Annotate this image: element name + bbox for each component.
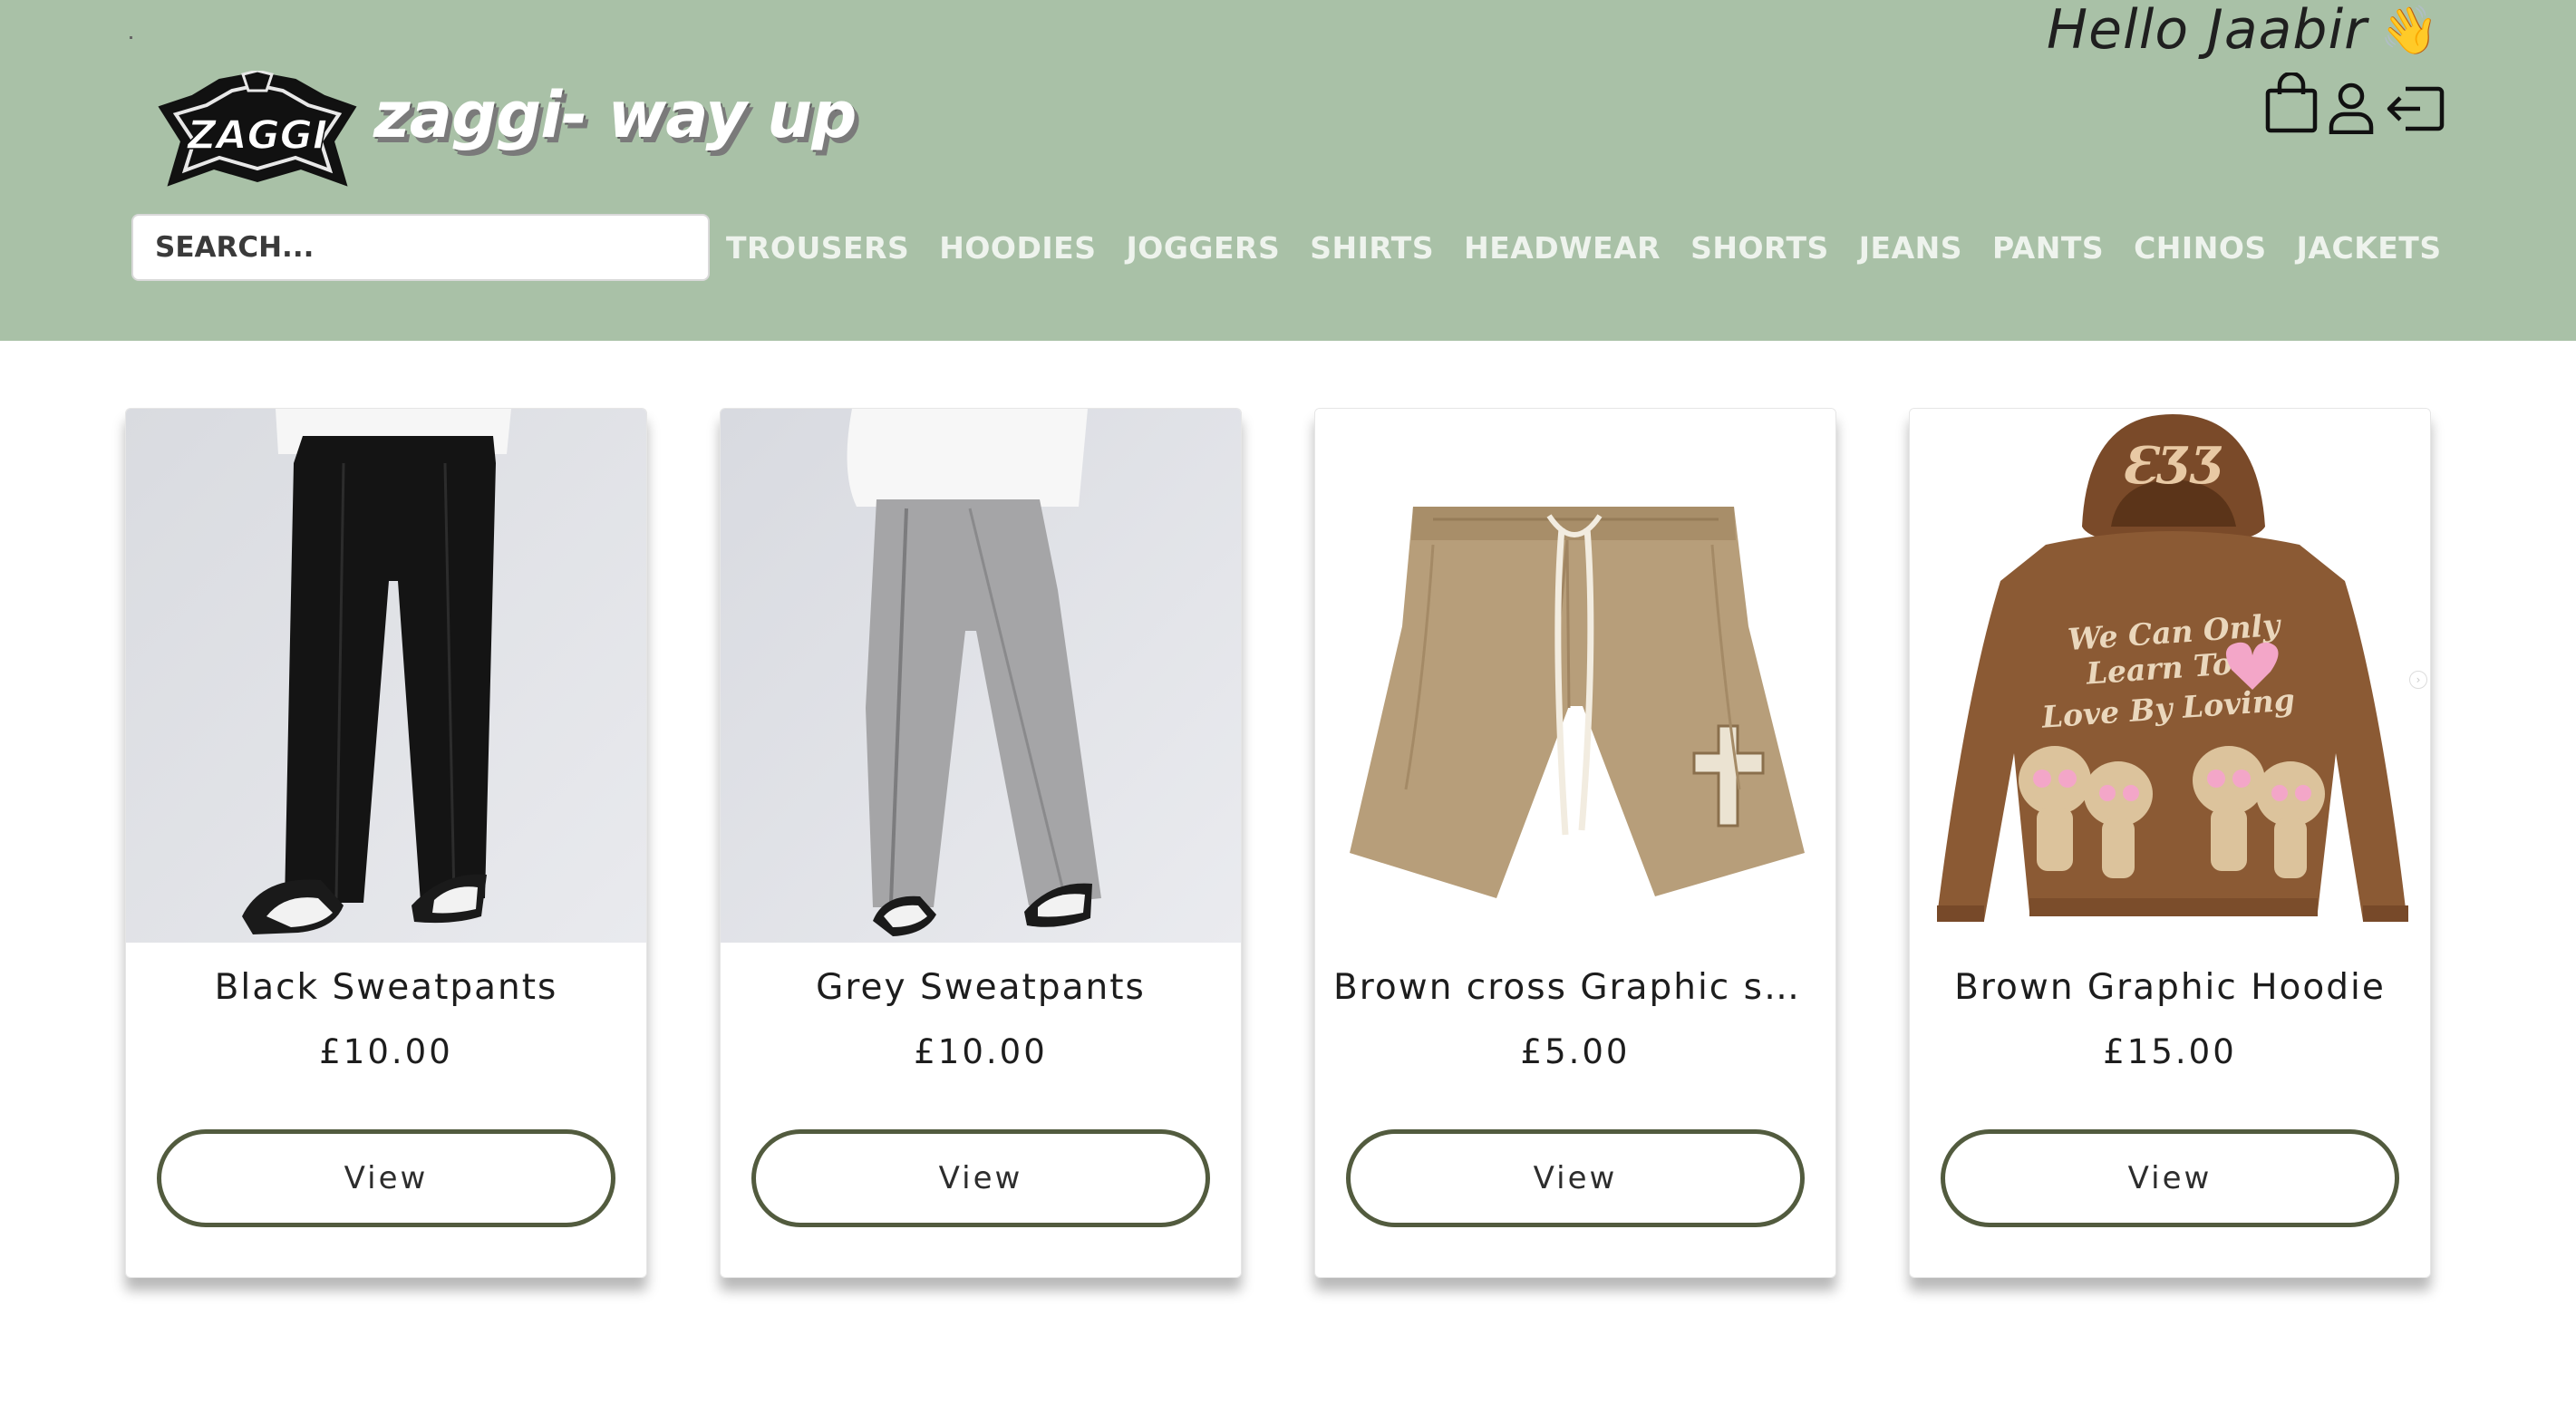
product-name: Grey Sweatpants [816, 967, 1146, 1008]
nav-item-jackets[interactable]: JACKETS [2297, 230, 2442, 266]
product-card: ƐƷƷ We Can Only Learn To Love By Loving … [1909, 408, 2431, 1278]
shopping-bag-icon[interactable] [2264, 73, 2319, 134]
product-price: £15.00 [2103, 1032, 2237, 1071]
nav-item-shorts[interactable]: SHORTS [1690, 230, 1829, 266]
nav-item-pants[interactable]: PANTS [1992, 230, 2104, 266]
site-header: Hello Jaabir 👋 ZAGGI zaggi- way up TROUS… [0, 0, 2576, 341]
nav-item-shirts[interactable]: SHIRTS [1310, 230, 1434, 266]
nav-item-hoodies[interactable]: HOODIES [939, 230, 1096, 266]
product-image-brown-graphic-hoodie[interactable]: ƐƷƷ We Can Only Learn To Love By Loving [1910, 409, 2430, 943]
category-nav: TROUSERS HOODIES JOGGERS SHIRTS HEADWEAR… [726, 221, 2442, 274]
nav-item-chinos[interactable]: CHINOS [2134, 230, 2267, 266]
product-card: Brown cross Graphic sh... £5.00 View [1314, 408, 1836, 1278]
view-product-button[interactable]: View [1941, 1129, 2399, 1227]
view-product-button[interactable]: View [157, 1129, 615, 1227]
product-name: Brown cross Graphic sh... [1333, 967, 1817, 1008]
brand-logo[interactable]: ZAGGI [156, 71, 359, 190]
product-price: £10.00 [319, 1032, 453, 1071]
user-greeting: Hello Jaabir 👋 [2047, 0, 2440, 62]
product-name: Brown Graphic Hoodie [1954, 967, 2386, 1008]
search-input[interactable] [131, 214, 710, 281]
product-price: £10.00 [914, 1032, 1048, 1071]
view-product-button[interactable]: View [751, 1129, 1210, 1227]
greeting-text: Hello Jaabir [2047, 0, 2368, 62]
product-image-black-sweatpants[interactable] [126, 409, 646, 943]
nav-item-jeans[interactable]: JEANS [1859, 230, 1962, 266]
product-card: Black Sweatpants £10.00 View [125, 408, 647, 1278]
wave-icon: 👋 [2379, 3, 2440, 58]
carousel-next-icon[interactable]: › [2409, 671, 2427, 689]
user-icon[interactable] [2328, 82, 2375, 134]
logout-icon[interactable] [2384, 83, 2445, 134]
product-image-brown-cross-shorts[interactable] [1315, 409, 1835, 943]
product-card: Grey Sweatpants £10.00 View [720, 408, 1242, 1278]
product-price: £5.00 [1520, 1032, 1631, 1071]
svg-text:ƐƷƷ: ƐƷƷ [2121, 436, 2224, 496]
nav-item-headwear[interactable]: HEADWEAR [1464, 230, 1661, 266]
nav-item-joggers[interactable]: JOGGERS [1126, 230, 1280, 266]
nav-item-trousers[interactable]: TROUSERS [726, 230, 909, 266]
brand-name[interactable]: zaggi- way up [373, 78, 857, 156]
product-name: Black Sweatpants [214, 967, 558, 1008]
logo-text: ZAGGI [186, 112, 328, 159]
product-image-grey-sweatpants[interactable] [721, 409, 1241, 943]
header-icons [2264, 73, 2445, 134]
decorative-dot [130, 36, 132, 39]
view-product-button[interactable]: View [1346, 1129, 1805, 1227]
